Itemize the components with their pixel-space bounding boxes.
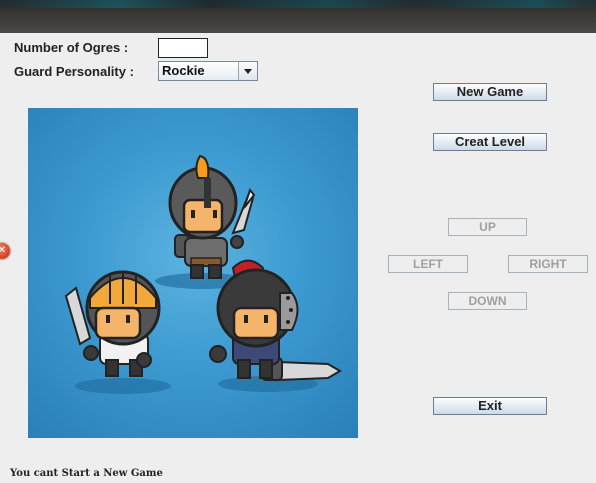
close-icon[interactable]: ✕: [0, 243, 10, 259]
right-button[interactable]: RIGHT: [508, 255, 588, 273]
exit-button[interactable]: Exit: [433, 397, 547, 415]
guard-personality-value: Rockie: [162, 63, 205, 78]
knight-top: [168, 154, 256, 279]
ogres-count-input[interactable]: [158, 38, 208, 58]
left-button[interactable]: LEFT: [388, 255, 468, 273]
ogres-label: Number of Ogres :: [14, 40, 129, 55]
guard-personality-select[interactable]: Rockie: [158, 61, 258, 81]
chevron-down-icon[interactable]: [238, 62, 257, 80]
up-button[interactable]: UP: [448, 218, 527, 236]
personality-label: Guard Personality :: [14, 64, 134, 79]
knight-left: [64, 270, 161, 377]
create-level-button[interactable]: Creat Level: [433, 133, 547, 151]
titlebar-glow: [0, 0, 596, 8]
game-illustration: [28, 108, 358, 438]
status-message: You cant Start a New Game: [10, 468, 163, 479]
down-button[interactable]: DOWN: [448, 292, 527, 310]
window-titlebar[interactable]: [0, 0, 596, 33]
knights-artwork: [64, 154, 342, 394]
new-game-button[interactable]: New Game: [433, 83, 547, 101]
